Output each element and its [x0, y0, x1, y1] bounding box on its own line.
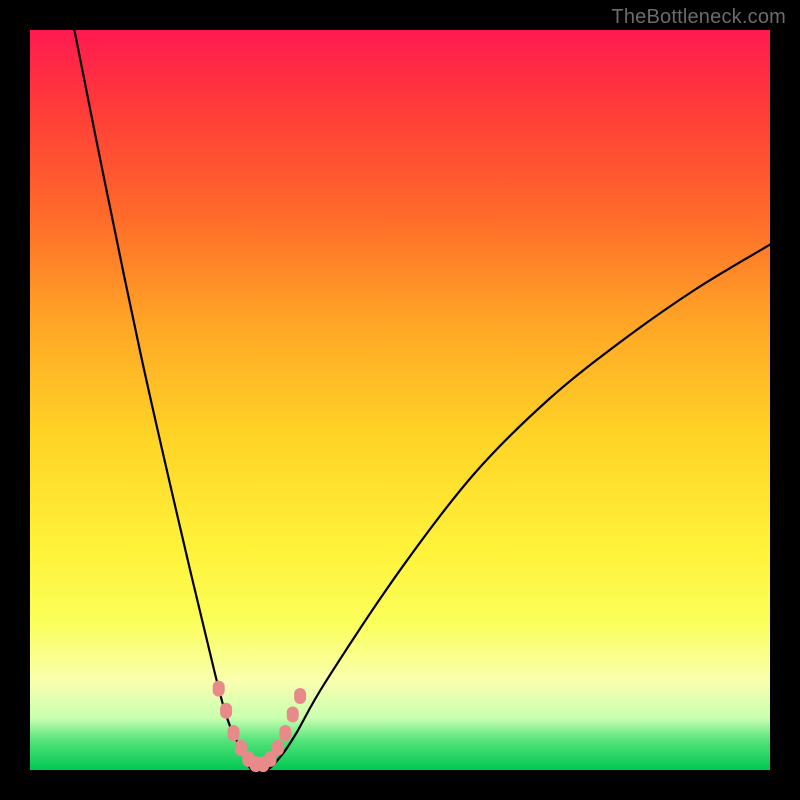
bottleneck-curve: [30, 30, 770, 770]
marker-dot: [287, 707, 299, 723]
marker-dot: [228, 725, 240, 741]
plot-area: [30, 30, 770, 770]
marker-dot: [279, 725, 291, 741]
marker-dot: [220, 703, 232, 719]
marker-dot: [213, 681, 225, 697]
chart-frame: TheBottleneck.com: [0, 0, 800, 800]
marker-dot: [294, 688, 306, 704]
watermark-text: TheBottleneck.com: [611, 6, 786, 29]
marker-dot: [272, 740, 284, 756]
